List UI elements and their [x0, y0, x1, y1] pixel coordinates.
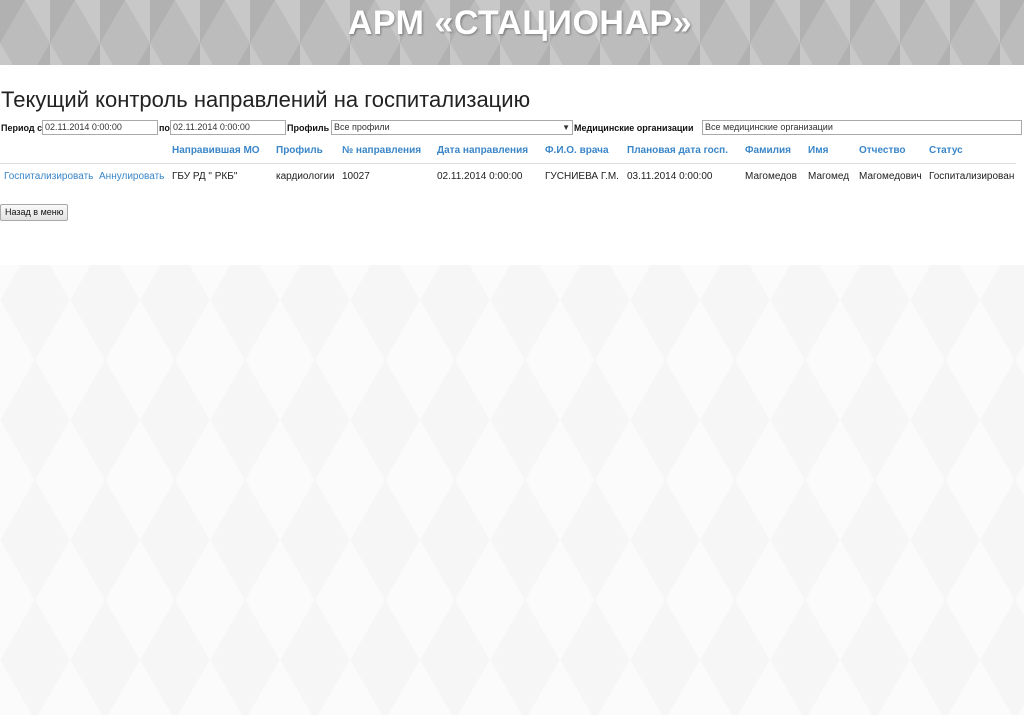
- period-to-label: по: [159, 123, 170, 133]
- banner-title: АРМ «СТАЦИОНАР»: [347, 4, 693, 42]
- column-header[interactable]: Отчество: [859, 145, 906, 156]
- cell-name: Магомед: [808, 171, 850, 182]
- cell-number: 10027: [342, 171, 370, 182]
- org-input[interactable]: Все медицинские организации: [702, 120, 1022, 135]
- period-from-label: Период с: [1, 123, 43, 133]
- column-header[interactable]: Профиль: [276, 145, 323, 156]
- hospitalize-link[interactable]: Госпитализировать: [4, 171, 93, 182]
- cell-surname: Магомедов: [745, 171, 797, 182]
- column-header[interactable]: Имя: [808, 145, 828, 156]
- profile-select[interactable]: Все профили ▼: [331, 120, 573, 135]
- column-header[interactable]: Дата направления: [437, 145, 528, 156]
- cell-patronymic: Магомедович: [859, 171, 922, 182]
- cell-mo: ГБУ РД " РКБ": [172, 171, 238, 182]
- column-header[interactable]: № направления: [342, 145, 421, 156]
- column-header[interactable]: Статус: [929, 145, 963, 156]
- period-from-input[interactable]: 02.11.2014 0:00:00: [42, 120, 158, 135]
- org-label: Медицинские организации: [574, 123, 694, 133]
- table-header: Направившая МО Профиль № направления Дат…: [0, 141, 1016, 163]
- main-panel: Текущий контроль направлений на госпитал…: [0, 65, 1024, 265]
- banner: АРМ «СТАЦИОНАР»: [0, 0, 1024, 65]
- period-to-input[interactable]: 02.11.2014 0:00:00: [170, 120, 286, 135]
- table-row: Госпитализировать Аннулировать ГБУ РД " …: [0, 163, 1016, 188]
- cancel-link[interactable]: Аннулировать: [99, 171, 164, 182]
- cell-doctor: ГУСНИЕВА Г.М.: [545, 171, 619, 182]
- profile-select-value: Все профили: [334, 122, 390, 132]
- dropdown-arrow-icon: ▼: [562, 123, 570, 132]
- page-title: Текущий контроль направлений на госпитал…: [1, 87, 531, 112]
- column-header[interactable]: Плановая дата госп.: [627, 145, 728, 156]
- cell-date: 02.11.2014 0:00:00: [437, 171, 523, 182]
- profile-label: Профиль: [287, 123, 330, 133]
- column-header[interactable]: Фамилия: [745, 145, 791, 156]
- column-header[interactable]: Направившая МО: [172, 145, 260, 156]
- column-header[interactable]: Ф.И.О. врача: [545, 145, 609, 156]
- cell-status: Госпитализирован: [929, 171, 1015, 182]
- back-to-menu-button[interactable]: Назад в меню: [0, 204, 69, 221]
- cell-planned-date: 03.11.2014 0:00:00: [627, 171, 713, 182]
- cell-profile: кардиологии: [276, 171, 335, 182]
